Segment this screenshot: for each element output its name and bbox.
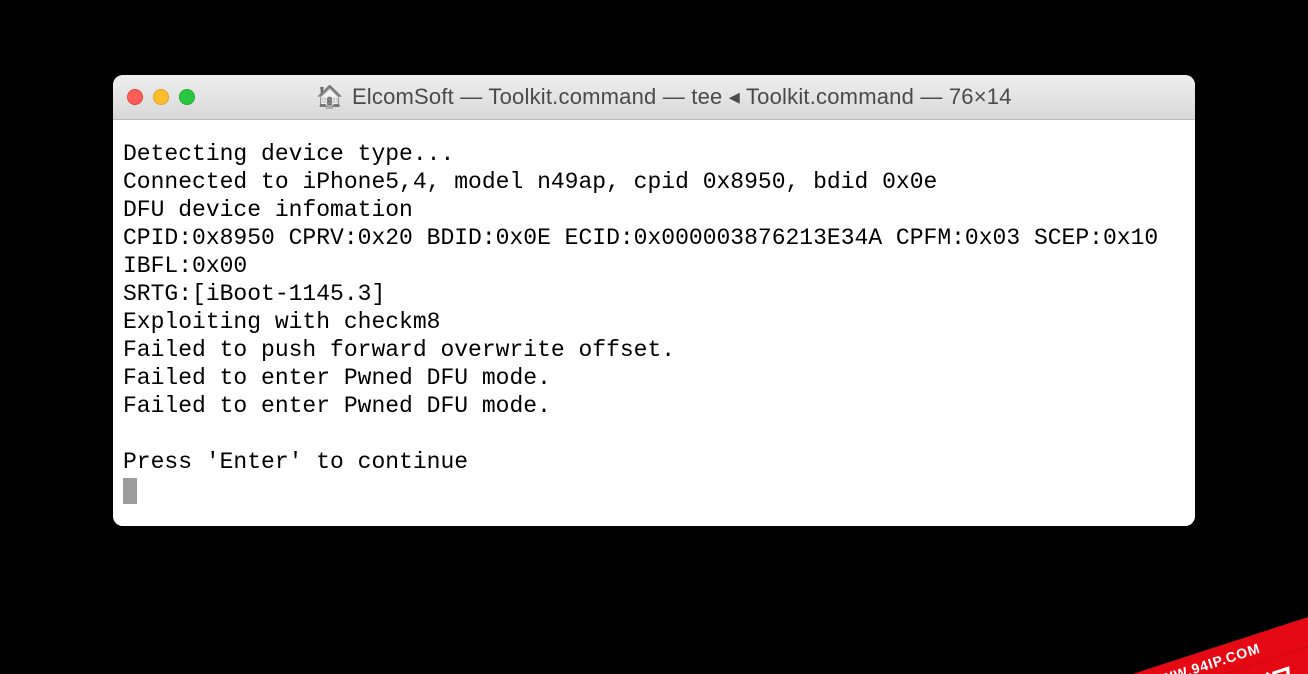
window-title-group: 🏠 ElcomSoft — Toolkit.command — tee ◂ To… — [209, 84, 1119, 110]
terminal-line: Press 'Enter' to continue — [123, 448, 1185, 476]
terminal-line: Exploiting with checkm8 — [123, 308, 1185, 336]
terminal-line: SRTG:[iBoot-1145.3] — [123, 280, 1185, 308]
terminal-line: DFU device infomation — [123, 196, 1185, 224]
terminal-cursor-line — [123, 476, 1185, 504]
terminal-window: 🏠 ElcomSoft — Toolkit.command — tee ◂ To… — [113, 75, 1195, 526]
terminal-line: Failed to push forward overwrite offset. — [123, 336, 1185, 364]
terminal-line: Failed to enter Pwned DFU mode. — [123, 364, 1185, 392]
terminal-line: Failed to enter Pwned DFU mode. — [123, 392, 1185, 420]
terminal-line: Connected to iPhone5,4, model n49ap, cpi… — [123, 168, 1185, 196]
watermark-banner: WWW.94IP.COM IT运维空间 — [1022, 552, 1308, 674]
watermark-brand: IT运维空间 — [1046, 627, 1308, 674]
terminal-cursor — [123, 478, 137, 504]
home-icon: 🏠 — [316, 86, 344, 108]
traffic-lights — [127, 89, 195, 105]
close-button[interactable] — [127, 89, 143, 105]
window-title: ElcomSoft — Toolkit.command — tee ◂ Tool… — [352, 84, 1012, 110]
terminal-line — [123, 420, 1185, 448]
terminal-line: IBFL:0x00 — [123, 252, 1185, 280]
terminal-line: CPID:0x8950 CPRV:0x20 BDID:0x0E ECID:0x0… — [123, 224, 1185, 252]
zoom-button[interactable] — [179, 89, 195, 105]
minimize-button[interactable] — [153, 89, 169, 105]
watermark-url: WWW.94IP.COM — [1038, 600, 1308, 674]
title-bar: 🏠 ElcomSoft — Toolkit.command — tee ◂ To… — [113, 75, 1195, 120]
terminal-body[interactable]: Detecting device type...Connected to iPh… — [113, 120, 1195, 526]
terminal-line: Detecting device type... — [123, 140, 1185, 168]
terminal-output: Detecting device type...Connected to iPh… — [123, 140, 1185, 504]
